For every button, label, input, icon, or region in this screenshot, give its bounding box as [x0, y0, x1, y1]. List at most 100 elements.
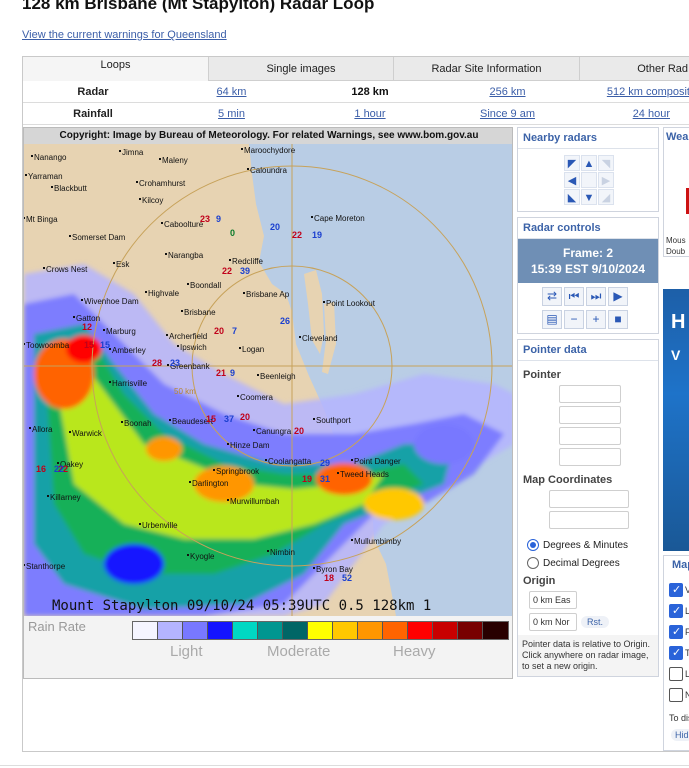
rain-reading: 19 — [312, 230, 322, 240]
nav-north-icon[interactable]: ▲ — [581, 155, 597, 171]
range-64km-link[interactable]: 64 km — [163, 86, 300, 98]
first-frame-icon[interactable]: ⏮ — [564, 287, 584, 306]
range-512km-link[interactable]: 512 km composit — [575, 86, 689, 98]
radar-map[interactable]: Nanango Jimna Maleny Maroochydore Caloundra Y… — [24, 144, 513, 616]
rain-reading: 28 — [152, 358, 162, 368]
degrees-minutes-radio[interactable] — [527, 539, 539, 551]
radar-image[interactable]: Copyright: Image by Bureau of Meteorolog… — [23, 127, 513, 679]
hide-button[interactable]: Hid — [671, 729, 689, 741]
place-label: Maroochydore — [244, 146, 296, 155]
place-label: Point Danger — [354, 457, 401, 466]
place-marker — [267, 550, 269, 552]
rain-reading: 52 — [342, 573, 352, 583]
place-marker — [145, 291, 147, 293]
place-marker — [24, 564, 25, 566]
layer-checkbox-2[interactable] — [669, 604, 683, 618]
place-marker — [113, 262, 115, 264]
place-label: Caboolture — [164, 220, 204, 229]
rain-reading: 37 — [224, 414, 234, 424]
rain-reading: 29 — [320, 458, 330, 468]
stop-icon[interactable]: ■ — [608, 310, 628, 329]
step-forward-icon[interactable]: ⏭ — [586, 287, 606, 306]
nav-south-icon[interactable]: ▼ — [581, 189, 597, 205]
place-label: Redcliffe — [232, 257, 264, 266]
radar-controls-box: Radar controls Frame: 2 15:39 EST 9/10/2… — [517, 217, 659, 334]
frame-number: Frame: 2 — [562, 246, 614, 260]
mouse-hint: Mous — [666, 236, 686, 245]
place-marker — [121, 421, 123, 423]
place-marker — [187, 554, 189, 556]
nav-north-west-icon[interactable]: ◤ — [564, 155, 580, 171]
place-marker — [237, 395, 239, 397]
rain-reading: 31 — [320, 474, 330, 484]
layer-label-1: V — [685, 585, 689, 595]
layer-checkbox-6[interactable] — [669, 688, 683, 702]
warnings-link[interactable]: View the current warnings for Queensland — [22, 29, 227, 41]
place-marker — [213, 469, 215, 471]
rain-reading: 23 — [200, 214, 210, 224]
play-icon[interactable]: ▶ — [608, 287, 628, 306]
nav-south-east-icon: ◢ — [598, 189, 614, 205]
page: 128 km Brisbane (Mt Stapylton) Radar Loo… — [0, 0, 689, 768]
layer-checkbox-1[interactable] — [669, 583, 683, 597]
place-marker — [69, 431, 71, 433]
place-marker — [351, 539, 353, 541]
decimal-degrees-radio[interactable] — [527, 557, 539, 569]
weather-box: Wea Mous Doub — [663, 127, 689, 257]
range-256km-link[interactable]: 256 km — [440, 86, 575, 98]
layer-checkbox-4[interactable] — [669, 646, 683, 660]
rainfall-5min-link[interactable]: 5 min — [163, 108, 300, 120]
place-marker — [227, 443, 229, 445]
origin-north-row: 0 km Nor Rst. — [529, 613, 653, 631]
place-label: Urbenville — [142, 521, 178, 530]
tab-other-radars[interactable]: Other Rad — [580, 57, 689, 81]
nav-north-east-icon: ◥ — [598, 155, 614, 171]
place-marker — [136, 181, 138, 183]
rain-rate-swatch — [308, 622, 333, 639]
tab-loops[interactable]: Loops — [23, 57, 209, 81]
layer-checkbox-5[interactable] — [669, 667, 683, 681]
layer-checkbox-3[interactable] — [669, 625, 683, 639]
place-marker — [187, 283, 189, 285]
place-label: Toowoomba — [26, 341, 70, 350]
tab-single-images[interactable]: Single images — [209, 57, 394, 81]
place-label: Brisbane Ap — [246, 290, 290, 299]
nav-west-icon[interactable]: ◀ — [564, 172, 580, 188]
speed-icon[interactable]: ⇄ — [542, 287, 562, 306]
place-marker — [313, 418, 315, 420]
origin-label: Origin — [523, 575, 556, 587]
pointer-field-4 — [559, 448, 621, 466]
rainfall-24hour-link[interactable]: 24 hour — [575, 108, 689, 120]
rain-reading: 23 — [170, 358, 180, 368]
rain-reading: 9 — [216, 214, 221, 224]
layer-label-3: F — [685, 627, 689, 637]
print-icon[interactable]: ▤ — [542, 310, 562, 329]
place-marker — [247, 168, 249, 170]
reset-origin-button[interactable]: Rst. — [581, 616, 610, 628]
place-marker — [139, 198, 141, 200]
place-label: Warwick — [72, 429, 103, 438]
place-label: Jimna — [122, 148, 144, 157]
pointer-field-1 — [559, 385, 621, 403]
place-marker — [253, 429, 255, 431]
faster-icon[interactable]: + — [586, 310, 606, 329]
rain-rate-swatch — [408, 622, 433, 639]
rainfall-since9am-link[interactable]: Since 9 am — [440, 108, 575, 120]
degrees-minutes-option[interactable]: Degrees & Minutes — [527, 539, 653, 551]
rain-reading: 22 — [222, 266, 232, 276]
nav-east-icon: ▶ — [598, 172, 614, 188]
decimal-degrees-option[interactable]: Decimal Degrees — [527, 557, 653, 569]
nav-south-west-icon[interactable]: ◣ — [564, 189, 580, 205]
advertisement[interactable]: H V — [663, 289, 689, 551]
place-marker — [257, 374, 259, 376]
place-label: Cleveland — [302, 334, 338, 343]
place-marker — [47, 495, 49, 497]
tab-radar-site-information[interactable]: Radar Site Information — [394, 57, 580, 81]
slower-icon[interactable]: − — [564, 310, 584, 329]
place-marker — [31, 155, 33, 157]
map-layers-title: Map — [672, 559, 689, 571]
place-marker — [139, 523, 141, 525]
rain-rate-label: Rain Rate — [28, 619, 86, 634]
rainfall-1hour-link[interactable]: 1 hour — [300, 108, 440, 120]
controls-row-2: ▤ − + ■ — [518, 306, 658, 333]
